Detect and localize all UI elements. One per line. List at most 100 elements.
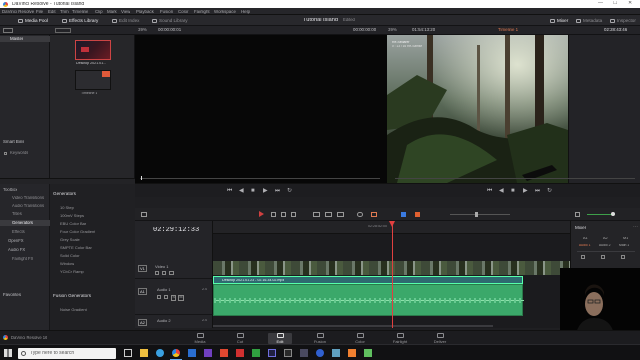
category-video-transitions[interactable]: Video Transitions	[12, 196, 44, 200]
src-skip-forward-button[interactable]: ⏭	[275, 188, 280, 194]
source-zoom[interactable]: 39%	[138, 28, 147, 32]
eq-icon[interactable]	[581, 255, 585, 259]
mixer-input[interactable]: Audio 1	[579, 244, 591, 247]
track-name-v1[interactable]: Video 1	[155, 265, 169, 269]
audio-clip-waveform[interactable]	[213, 284, 524, 316]
src-play-button[interactable]: ▶	[263, 188, 268, 194]
prg-play-button[interactable]: ▶	[523, 188, 528, 194]
speaker-icon[interactable]	[575, 212, 580, 217]
menu-playback[interactable]: Playback	[136, 10, 154, 14]
menu-view[interactable]: View	[121, 10, 130, 14]
src-loop-button[interactable]: ↻	[287, 188, 292, 194]
mail-app-icon[interactable]	[188, 349, 196, 357]
nvidia-app-icon[interactable]	[364, 349, 372, 357]
category-generators[interactable]: Generators	[12, 221, 33, 225]
eq-icon[interactable]	[601, 255, 605, 259]
lock-track-icon[interactable]	[155, 271, 159, 275]
generator-item[interactable]: SMPTE Color Bar	[60, 246, 92, 250]
generator-item[interactable]: 10 Step	[60, 206, 74, 210]
selection-tool-icon[interactable]	[259, 211, 264, 217]
menu-clip[interactable]: Clip	[95, 10, 103, 14]
page-tab-edit[interactable]: Edit	[268, 332, 292, 344]
task-view-icon[interactable]	[124, 349, 132, 357]
src-skip-back-button[interactable]: ⏮	[227, 188, 232, 194]
blue-app-icon[interactable]	[268, 349, 276, 357]
bin-list-toggle-icon[interactable]	[3, 28, 13, 33]
audio-clip-header[interactable]: Desktop 2021.01.23 - 02.16.34.02.mp4	[213, 276, 523, 284]
page-tab-cut[interactable]: Cut	[228, 332, 252, 344]
store-app-icon[interactable]	[204, 349, 212, 357]
prg-stop-button[interactable]: ■	[511, 188, 515, 194]
insert-clip-icon[interactable]	[313, 212, 320, 217]
menu-edit[interactable]: Edit	[48, 10, 56, 14]
snapping-icon[interactable]	[357, 212, 363, 217]
dynamic-trim-icon[interactable]	[281, 212, 286, 217]
menu-workspace[interactable]: Workspace	[214, 10, 236, 14]
mute-button[interactable]: M	[178, 295, 184, 301]
menu-trim[interactable]: Trim	[60, 10, 69, 14]
program-zoom[interactable]: 39%	[388, 28, 397, 32]
timeline-playhead[interactable]	[389, 221, 395, 328]
sound-library-button[interactable]: Sound Library	[150, 17, 190, 24]
auto-select-icon[interactable]	[164, 295, 168, 299]
generator-item[interactable]: Grey Scale	[60, 238, 80, 242]
source-scrubber[interactable]	[140, 178, 380, 179]
linked-selection-icon[interactable]	[371, 212, 377, 217]
inspector-button[interactable]: Inspector	[608, 17, 638, 24]
page-tab-deliver[interactable]: Deliver	[428, 332, 452, 344]
mixer-options-icon[interactable]: ⋯	[633, 225, 638, 230]
generator-item[interactable]: Solid Color	[60, 254, 80, 258]
edge-browser-icon[interactable]	[156, 349, 164, 357]
menu-fairlight[interactable]: Fairlight	[194, 10, 210, 14]
page-tab-fusion[interactable]: Fusion	[308, 332, 332, 344]
page-tab-color[interactable]: Color	[348, 332, 372, 344]
trim-tool-icon[interactable]	[271, 212, 276, 217]
metadata-button[interactable]: Metadata	[574, 17, 604, 24]
prg-play-reverse-button[interactable]: ◀	[499, 188, 504, 194]
menu-color[interactable]: Color	[178, 10, 189, 14]
volume-slider-handle[interactable]	[611, 212, 615, 216]
timeline-tracks[interactable]: 02:28:52:00 Desktop 2021.01.23 - 02.16.3…	[213, 221, 570, 328]
track-visibility-icon[interactable]	[169, 271, 174, 275]
media-clip-thumb-desktop[interactable]	[75, 40, 111, 60]
terminal-app-icon[interactable]	[284, 349, 292, 357]
menu-help[interactable]: Help	[241, 10, 250, 14]
menu-mark[interactable]: Mark	[107, 10, 117, 14]
prg-loop-button[interactable]: ↻	[547, 188, 552, 194]
src-play-reverse-button[interactable]: ◀	[239, 188, 244, 194]
timeline-scrollbar[interactable]	[213, 325, 493, 327]
timeline-view-options-icon[interactable]	[141, 212, 147, 217]
browser-app-icon[interactable]	[316, 349, 324, 357]
mixer-input[interactable]: Main 1	[619, 244, 629, 247]
media-pool-button[interactable]: Media Pool	[16, 17, 50, 24]
zoom-slider[interactable]	[450, 214, 510, 215]
effects-library-button[interactable]: Effects Library	[60, 17, 100, 24]
lock-track-icon[interactable]	[157, 295, 161, 299]
generator-item[interactable]: 100mV Steps	[60, 214, 84, 218]
mixer-button[interactable]: Mixer	[548, 17, 570, 24]
category-audio-fx[interactable]: Audio FX	[8, 248, 25, 252]
file-explorer-icon[interactable]	[140, 349, 148, 357]
track-name-a1[interactable]: Audio 1	[157, 288, 171, 292]
menu-file[interactable]: File	[36, 10, 43, 14]
prg-skip-back-button[interactable]: ⏮	[487, 188, 492, 194]
category-toolbox[interactable]: Toolbox	[3, 188, 17, 192]
keywords-bin[interactable]: Keywords	[10, 151, 28, 155]
generator-item[interactable]: YCbCr Ramp	[60, 270, 84, 274]
category-audio-transitions[interactable]: Audio Transitions	[12, 204, 44, 208]
source-playhead[interactable]	[141, 176, 142, 180]
page-tab-fairlight[interactable]: Fairlight	[388, 332, 412, 344]
timeline-selector[interactable]: Timeline 1	[498, 28, 518, 32]
master-bin[interactable]: Master	[0, 36, 50, 42]
solo-button[interactable]: S	[171, 295, 177, 301]
mixer-input[interactable]: Audio 2	[599, 244, 611, 247]
folder-app-icon[interactable]	[332, 349, 340, 357]
source-viewer[interactable]	[135, 35, 387, 183]
orange-app-icon[interactable]	[348, 349, 356, 357]
auto-select-icon[interactable]	[162, 271, 166, 275]
menu-davinci-resolve[interactable]: DaVinci Resolve	[2, 10, 34, 14]
menu-timeline[interactable]: Timeline	[72, 10, 88, 14]
eq-icon[interactable]	[621, 255, 625, 259]
generator-item[interactable]: Four Color Gradient	[60, 230, 95, 234]
maximize-button[interactable]: ☐	[613, 1, 617, 6]
